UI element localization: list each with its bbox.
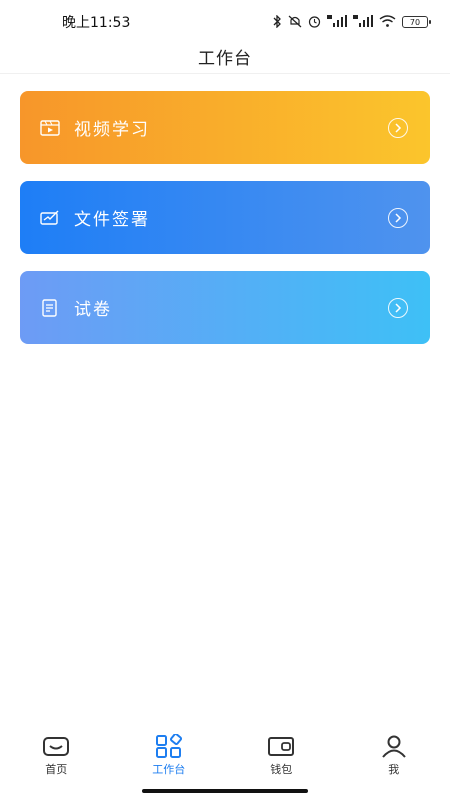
bluetooth-icon	[272, 13, 282, 30]
nav-item-home[interactable]: 首页	[0, 734, 112, 777]
status-time: 晚上11:53	[62, 15, 131, 31]
chevron-right-icon	[388, 297, 408, 318]
wifi-icon	[379, 15, 396, 29]
workbench-icon	[155, 733, 183, 758]
status-icons: 70	[272, 13, 431, 30]
mute-icon	[288, 15, 302, 30]
card-label: 视频学习	[74, 120, 150, 140]
wallet-icon	[267, 734, 295, 758]
card-list: 视频学习 文件签署 试卷	[20, 91, 430, 361]
card-label: 文件签署	[74, 210, 150, 230]
sign-document-icon	[40, 208, 60, 228]
home-icon	[42, 734, 70, 758]
signal-hd-icon	[327, 15, 347, 29]
chevron-right-icon	[388, 207, 408, 228]
document-signing-card[interactable]: 文件签署	[20, 181, 430, 254]
nav-item-workbench[interactable]: 工作台	[113, 733, 225, 777]
battery-icon: 70	[402, 16, 431, 28]
exam-paper-card[interactable]: 试卷	[20, 271, 430, 344]
nav-label: 我	[388, 762, 400, 776]
home-indicator	[142, 789, 308, 793]
card-label: 试卷	[74, 300, 112, 320]
video-icon	[40, 118, 60, 138]
user-icon	[380, 734, 408, 758]
chevron-right-icon	[388, 117, 408, 138]
nav-item-wallet[interactable]: 钱包	[225, 734, 337, 777]
bottom-nav: 首页 工作台 钱包 我	[0, 730, 450, 780]
header: 工作台	[0, 44, 450, 74]
page-title: 工作台	[198, 49, 252, 69]
nav-label: 工作台	[152, 762, 186, 776]
alarm-icon	[308, 15, 321, 30]
status-bar: 晚上11:53 70	[0, 0, 450, 44]
signal-hd-2-icon	[353, 15, 373, 29]
nav-item-me[interactable]: 我	[338, 734, 450, 777]
exam-paper-icon	[40, 298, 60, 318]
video-learning-card[interactable]: 视频学习	[20, 91, 430, 164]
nav-label: 钱包	[270, 762, 293, 776]
nav-label: 首页	[45, 762, 68, 776]
